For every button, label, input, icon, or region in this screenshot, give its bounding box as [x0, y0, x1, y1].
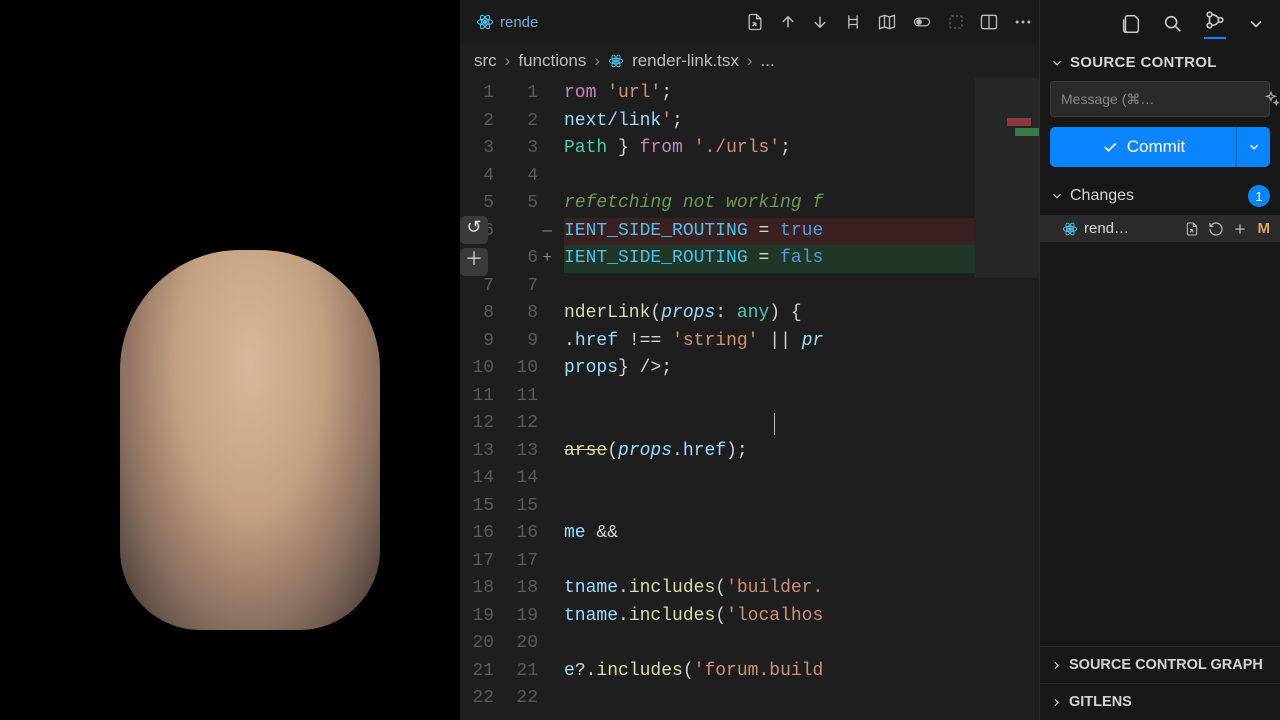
editor-toolbar: [745, 12, 1033, 32]
code-line[interactable]: me &&: [564, 520, 1039, 548]
code-line[interactable]: nderLink(props: any) {: [564, 300, 1039, 328]
diff-gutter-buttons: ↺ ＋: [460, 216, 492, 276]
gitlens-label: GITLENS: [1069, 694, 1132, 710]
code-line[interactable]: props} />;: [564, 355, 1039, 383]
more-icon[interactable]: [1013, 12, 1033, 32]
line-numbers-original: 12345678910111213141516171819202122: [460, 78, 504, 720]
goto-file-icon[interactable]: [745, 12, 765, 32]
source-control-panel: SOURCE CONTROL Commit Changes 1 rend…: [1040, 0, 1280, 720]
scm-title: SOURCE CONTROL: [1070, 54, 1217, 71]
stage-icon[interactable]: [1232, 221, 1248, 237]
code-line[interactable]: refetching not working f: [564, 190, 1039, 218]
map-icon[interactable]: [877, 12, 897, 32]
commit-button[interactable]: Commit: [1050, 127, 1236, 167]
file-status-badge: M: [1258, 220, 1271, 237]
split-icon[interactable]: [979, 12, 999, 32]
chevron-down-icon: [1050, 56, 1064, 70]
whitespace-icon[interactable]: [843, 12, 863, 32]
chevron-right-icon: ›: [505, 51, 511, 71]
code-line[interactable]: [564, 630, 1039, 658]
editor-tab-bar: rende: [460, 0, 1039, 44]
webcam-overlay: [0, 0, 460, 720]
chevron-down-icon[interactable]: [1246, 14, 1266, 34]
file-row-actions: [1184, 221, 1248, 237]
arrow-up-icon[interactable]: [779, 13, 797, 31]
code-line[interactable]: IENT_SIDE_ROUTING = true: [564, 218, 1039, 246]
breadcrumb-more[interactable]: ...: [761, 51, 775, 71]
code-line[interactable]: [564, 548, 1039, 576]
breadcrumb-part[interactable]: functions: [518, 51, 586, 71]
code-line[interactable]: arse(props.href);: [564, 438, 1039, 466]
check-icon: [1101, 138, 1119, 156]
code-line[interactable]: [564, 163, 1039, 191]
chevron-right-icon: [1050, 696, 1063, 709]
code-line[interactable]: [564, 383, 1039, 411]
code-content[interactable]: rom 'url';next/link';Path } from './urls…: [548, 78, 1039, 720]
arrow-down-icon[interactable]: [811, 13, 829, 31]
minimap-viewport[interactable]: [975, 78, 1039, 278]
commit-label: Commit: [1127, 137, 1186, 157]
activity-bar: [1040, 2, 1280, 46]
source-control-icon[interactable]: [1204, 9, 1226, 39]
presenter-face-placeholder: [120, 250, 380, 630]
react-icon: [1062, 221, 1078, 237]
search-icon[interactable]: [1162, 13, 1184, 35]
changes-count-badge: 1: [1248, 185, 1270, 207]
changes-header[interactable]: Changes 1: [1040, 177, 1280, 215]
dashed-box-icon[interactable]: [947, 13, 965, 31]
breadcrumb-part[interactable]: src: [474, 51, 497, 71]
commit-dropdown[interactable]: [1236, 127, 1270, 167]
code-line[interactable]: e?.includes('forum.build: [564, 658, 1039, 686]
minimap[interactable]: [975, 78, 1039, 720]
react-icon: [608, 53, 624, 69]
scm-graph-label: SOURCE CONTROL GRAPH: [1069, 657, 1263, 673]
editor-pane: rende src › functions › render-lin: [460, 0, 1040, 720]
files-icon[interactable]: [1120, 13, 1142, 35]
scm-bottom-sections: SOURCE CONTROL GRAPH GITLENS: [1040, 646, 1280, 720]
minimap-added-marker: [1015, 128, 1039, 136]
changes-label: Changes: [1070, 187, 1134, 205]
line-numbers-modified: 12345—6+78910111213141516171819202122: [504, 78, 548, 720]
commit-message-input[interactable]: [1051, 91, 1252, 107]
changed-file-row[interactable]: rend… M: [1040, 215, 1280, 242]
code-line[interactable]: [564, 273, 1039, 301]
vscode-window: rende src › functions › render-lin: [460, 0, 1280, 720]
code-line[interactable]: tname.includes('builder.: [564, 575, 1039, 603]
chevron-right-icon: ›: [594, 51, 600, 71]
gitlens-section[interactable]: GITLENS: [1040, 683, 1280, 720]
code-line[interactable]: next/link';: [564, 108, 1039, 136]
code-line[interactable]: rom 'url';: [564, 80, 1039, 108]
chevron-down-icon: [1050, 189, 1064, 203]
code-line[interactable]: IENT_SIDE_ROUTING = fals: [564, 245, 1039, 273]
code-line[interactable]: tname.includes('localhos: [564, 603, 1039, 631]
editor-tab-active[interactable]: rende: [466, 7, 548, 37]
breadcrumb[interactable]: src › functions › render-link.tsx › ...: [460, 44, 1039, 78]
code-line[interactable]: Path } from './urls';: [564, 135, 1039, 163]
toggle-icon[interactable]: [911, 13, 933, 31]
scm-graph-section[interactable]: SOURCE CONTROL GRAPH: [1040, 646, 1280, 683]
code-line[interactable]: [564, 685, 1039, 713]
chevron-right-icon: [1050, 659, 1063, 672]
breadcrumb-part[interactable]: render-link.tsx: [632, 51, 739, 71]
minimap-removed-marker: [1007, 118, 1031, 126]
sparkle-icon[interactable]: [1252, 90, 1280, 108]
scm-section-header[interactable]: SOURCE CONTROL: [1040, 46, 1280, 81]
discard-icon[interactable]: [1208, 221, 1224, 237]
code-line[interactable]: [564, 493, 1039, 521]
code-line[interactable]: [564, 465, 1039, 493]
revert-change-button[interactable]: ↺: [460, 216, 488, 244]
changed-file-name: rend…: [1084, 220, 1178, 237]
diff-editor[interactable]: ↺ ＋ 12345678910111213141516171819202122 …: [460, 78, 1039, 720]
open-file-icon[interactable]: [1184, 221, 1200, 237]
code-line[interactable]: .href !== 'string' || pr: [564, 328, 1039, 356]
chevron-right-icon: ›: [747, 51, 753, 71]
tab-label: rende: [500, 14, 538, 31]
code-line[interactable]: [564, 410, 1039, 438]
commit-message-box[interactable]: [1050, 81, 1270, 117]
react-icon: [476, 13, 494, 31]
stage-change-button[interactable]: ＋: [460, 248, 488, 276]
commit-button-group: Commit: [1050, 127, 1270, 167]
